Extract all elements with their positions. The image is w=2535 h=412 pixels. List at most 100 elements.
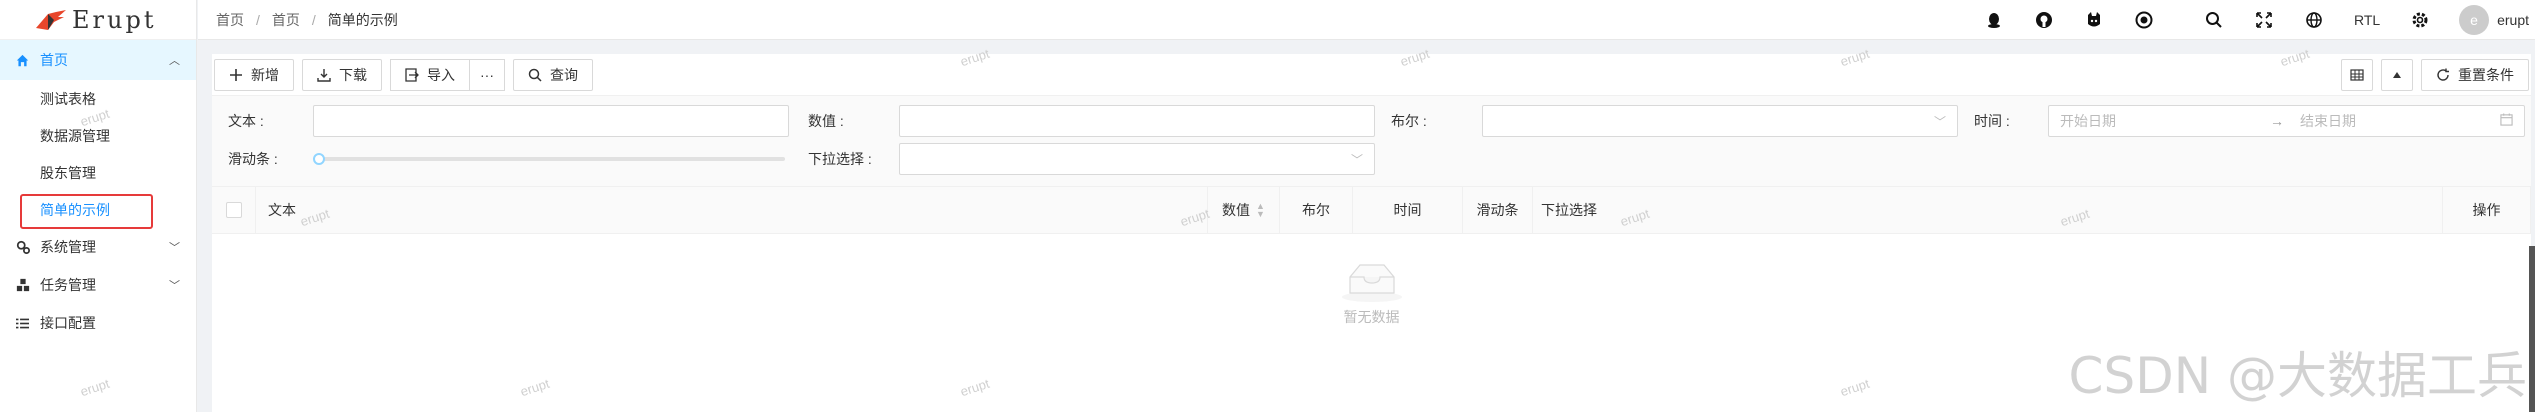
table-icon: [2350, 68, 2364, 81]
breadcrumb-item[interactable]: 首页: [272, 10, 300, 30]
import-icon: [405, 67, 419, 82]
gitee-button[interactable]: [2069, 0, 2119, 40]
sidebar-item-test-table[interactable]: 测试表格: [0, 80, 196, 117]
time-label: 时间 :: [1974, 113, 2010, 129]
bool-field: 布尔 : ﹀: [1375, 105, 1958, 137]
settings-button[interactable]: [2395, 0, 2445, 40]
column-number[interactable]: 数值 ▲ ▼: [1208, 186, 1280, 234]
column-select[interactable]: 下拉选择: [1533, 186, 2443, 234]
import-button[interactable]: 导入: [390, 58, 470, 91]
end-date-input[interactable]: 结束日期: [2300, 111, 2500, 131]
slider-field: 滑动条 :: [212, 143, 789, 175]
query-button[interactable]: 查询: [513, 58, 593, 91]
bool-select[interactable]: ﹀: [1482, 105, 1958, 137]
calendar-icon: [2500, 113, 2513, 129]
sort-icon: ▲ ▼: [1256, 201, 1265, 219]
sidebar-item-system[interactable]: 系统管理 ﹀: [0, 228, 196, 266]
column-label: 时间: [1393, 202, 1422, 218]
time-field: 时间 : 开始日期 → 结束日期: [1958, 105, 2525, 137]
slider-label: 滑动条 :: [228, 151, 278, 167]
chevron-down-icon: ﹀: [169, 242, 180, 254]
column-time[interactable]: 时间: [1353, 186, 1463, 234]
column-text[interactable]: 文本: [256, 186, 1208, 234]
download-button[interactable]: 下载: [302, 58, 382, 91]
chevron-down-icon: ﹀: [1350, 152, 1363, 167]
table-header: 文本 数值 ▲ ▼ 布尔 时间 滑动条 下拉选择 操作: [212, 186, 2531, 234]
slider[interactable]: [313, 143, 789, 175]
select-all-checkbox[interactable]: [225, 202, 242, 218]
bool-label: 布尔 :: [1391, 113, 1427, 129]
column-label: 文本: [268, 202, 296, 218]
home-icon: [16, 54, 32, 67]
number-input[interactable]: [899, 105, 1375, 137]
language-button[interactable]: [2289, 0, 2339, 40]
sidebar: Erupt 首页 ︿ 测试表格 数据源管理 股东管理 简单的示例 系统管理 ﹀ …: [0, 0, 197, 412]
table-settings-button[interactable]: [2341, 58, 2373, 91]
gears-icon: [16, 240, 32, 254]
text-field: 文本 :: [212, 105, 789, 137]
search-row-1: 文本 : 数值 : 布尔 : ﹀ 时间 : 开始日期 → 结束日期: [212, 102, 2531, 140]
rtl-button[interactable]: RTL: [2339, 0, 2395, 40]
query-button-label: 查询: [550, 66, 578, 83]
chevron-down-icon: ﹀: [169, 280, 180, 292]
select-label: 下拉选择 :: [808, 151, 872, 167]
list-icon: [16, 317, 32, 330]
user-menu[interactable]: e erupt: [2445, 0, 2535, 40]
search-icon: [528, 68, 542, 82]
reset-button[interactable]: 重置条件: [2421, 58, 2529, 91]
toolbar-right: 重置条件: [2341, 58, 2529, 91]
more-button[interactable]: ···: [469, 58, 505, 91]
breadcrumb-current: 简单的示例: [327, 11, 398, 28]
gitee-icon: [2088, 11, 2101, 26]
sidebar-item-simple-example[interactable]: 简单的示例: [0, 191, 196, 228]
sidebar-item-api[interactable]: 接口配置: [0, 304, 196, 342]
sidebar-item-label: 数据源管理: [40, 127, 110, 144]
record-button[interactable]: [2119, 0, 2169, 40]
search-form: 文本 : 数值 : 布尔 : ﹀ 时间 : 开始日期 → 结束日期 滑动条: …: [212, 96, 2531, 187]
column-label: 布尔: [1302, 202, 1330, 218]
sidebar-item-task[interactable]: 任务管理 ﹀: [0, 266, 196, 304]
number-field: 数值 :: [792, 105, 1375, 137]
arrow-right-icon: →: [2270, 113, 2284, 129]
sidebar-item-home[interactable]: 首页 ︿: [0, 40, 196, 80]
add-button[interactable]: 新增: [214, 58, 294, 91]
empty-text: 暂无数据: [1343, 309, 1400, 325]
add-button-label: 新增: [251, 66, 279, 83]
start-date-input[interactable]: 开始日期: [2060, 111, 2116, 131]
scrollbar[interactable]: [2529, 246, 2535, 412]
column-bool[interactable]: 布尔: [1280, 186, 1353, 234]
slider-handle[interactable]: [313, 153, 325, 165]
bird-logo-icon: [36, 9, 66, 30]
username: erupt: [2497, 11, 2529, 28]
logo[interactable]: Erupt: [0, 0, 196, 40]
dropdown-select[interactable]: ﹀: [899, 143, 1375, 175]
logo-text: Erupt: [72, 5, 157, 34]
reset-button-label: 重置条件: [2458, 66, 2514, 83]
collapse-search-button[interactable]: [2381, 58, 2413, 91]
github-icon: [2036, 11, 2053, 28]
sidebar-item-label: 系统管理: [40, 239, 96, 255]
sidebar-item-datasource[interactable]: 数据源管理: [0, 117, 196, 154]
github-button[interactable]: [2019, 0, 2069, 40]
top-header: 首页 / 首页 / 简单的示例 RTL e erupt: [198, 0, 2535, 40]
sidebar-item-home-label: 首页: [40, 52, 68, 68]
chevron-up-icon: ︿: [169, 55, 180, 67]
column-label: 下拉选择: [1541, 202, 1597, 218]
fullscreen-button[interactable]: [2239, 0, 2289, 40]
sidebar-item-label: 任务管理: [40, 277, 96, 293]
sidebar-item-label: 接口配置: [40, 315, 96, 331]
column-slider[interactable]: 滑动条: [1463, 186, 1533, 234]
select-field: 下拉选择 : ﹀: [792, 143, 1375, 175]
search-button[interactable]: [2189, 0, 2239, 40]
qq-button[interactable]: [1969, 0, 2019, 40]
cubes-icon: [16, 278, 32, 292]
breadcrumb-item[interactable]: 首页: [216, 10, 244, 30]
avatar: e: [2459, 4, 2490, 35]
number-label: 数值 :: [808, 113, 844, 129]
text-input[interactable]: [313, 105, 789, 137]
sidebar-item-label: 股东管理: [40, 164, 96, 181]
gear-icon: [2412, 12, 2428, 27]
sidebar-item-shareholder[interactable]: 股东管理: [0, 154, 196, 191]
select-all-cell: [212, 186, 256, 234]
date-range-picker[interactable]: 开始日期 → 结束日期: [2048, 105, 2525, 137]
